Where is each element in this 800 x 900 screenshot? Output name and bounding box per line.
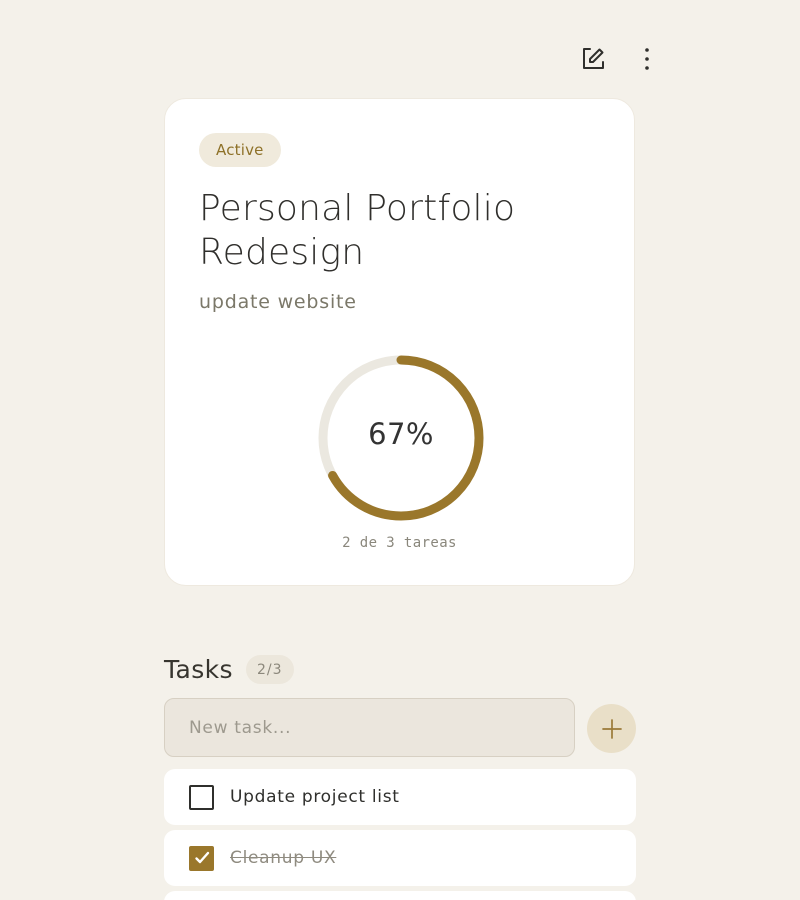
task-item[interactable]: Cleanup UX xyxy=(164,830,636,886)
more-vertical-icon xyxy=(645,48,649,70)
plus-icon xyxy=(601,718,622,739)
task-label: Update project list xyxy=(230,787,400,807)
project-subtitle: update website xyxy=(199,291,357,313)
status-badge: Active xyxy=(199,133,281,167)
task-item[interactable]: Update project list xyxy=(164,769,636,825)
tasks-header: Tasks 2/3 xyxy=(164,655,294,684)
project-title: Personal Portfolio Redesign xyxy=(199,188,516,273)
progress-ring: 67% xyxy=(316,353,486,523)
top-actions xyxy=(576,42,654,76)
tasks-title: Tasks xyxy=(164,655,233,684)
task-item-partial[interactable] xyxy=(164,891,636,900)
new-task-input[interactable] xyxy=(164,698,575,757)
task-label: Cleanup UX xyxy=(230,848,337,868)
progress-percent: 67% xyxy=(368,417,434,451)
edit-icon xyxy=(583,48,604,69)
task-checkbox[interactable] xyxy=(189,784,214,810)
more-options-button[interactable] xyxy=(640,42,654,76)
task-checkbox-checked[interactable] xyxy=(189,845,214,871)
project-card: Active Personal Portfolio Redesign updat… xyxy=(164,98,635,586)
progress-caption: 2 de 3 tareas xyxy=(342,535,457,551)
tasks-count-badge: 2/3 xyxy=(245,655,294,684)
check-icon xyxy=(194,851,209,864)
edit-button[interactable] xyxy=(576,42,610,76)
add-task-button[interactable] xyxy=(587,704,636,753)
